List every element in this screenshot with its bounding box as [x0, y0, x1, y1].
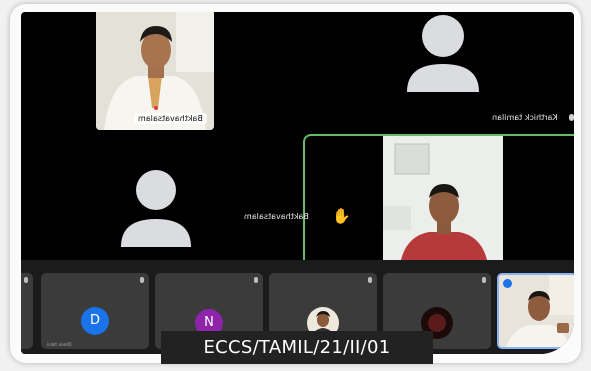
participant-video [383, 136, 503, 260]
mic-icon [569, 114, 574, 121]
video-caption: ECCS/TAMIL/21/II/01 [161, 331, 433, 364]
mic-icon [254, 277, 258, 283]
participant-name-label: Bakthavatsalam [134, 113, 207, 124]
filmstrip-tile-partial[interactable] [21, 273, 33, 349]
mic-icon [24, 277, 28, 283]
mic-icon [482, 277, 486, 283]
mic-icon [368, 277, 372, 283]
participant-avatar-placeholder-icon [407, 15, 479, 92]
participant-name-label: Dhana Yalini [47, 342, 72, 347]
avatar: D [81, 307, 109, 335]
filmstrip-tile-dhana-yalini[interactable]: D Dhana Yalini [41, 273, 149, 349]
filmstrip-tile-pinned[interactable] [497, 273, 574, 349]
raised-hand-icon: ✋ [332, 207, 351, 225]
participant-name-label: Karthick tamilan [492, 113, 558, 122]
participant-avatar-placeholder-icon [121, 170, 191, 247]
participant-name-label: Bakthavatsalam [244, 212, 309, 221]
meeting-grid: Bakthavatsalam Karthick tamilan Bakthava… [21, 12, 574, 354]
participant-video-active [383, 136, 503, 260]
participant-tile-bakthavatsalam-top[interactable]: Bakthavatsalam [96, 12, 214, 130]
mic-icon [140, 277, 144, 283]
audio-indicator-icon [503, 279, 512, 288]
